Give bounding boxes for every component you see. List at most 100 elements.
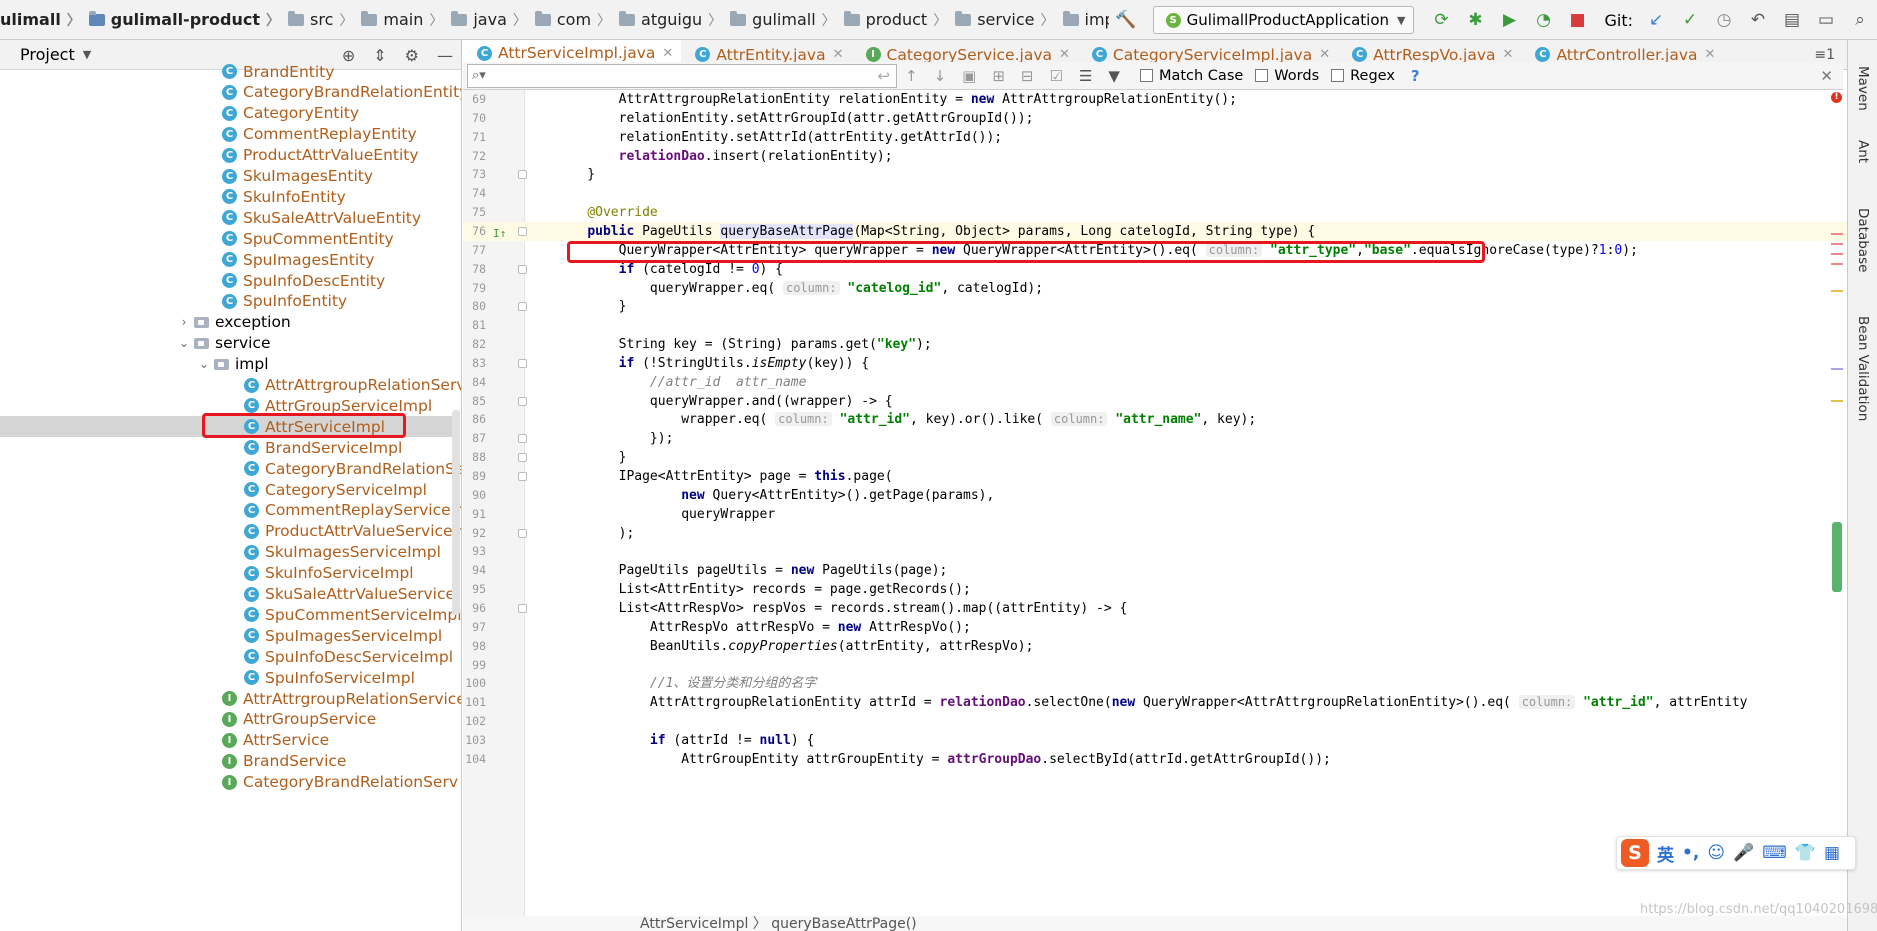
code-line[interactable]: 75 @Override [463, 203, 1847, 222]
tree-item[interactable]: C CommentReplayEntity [218, 124, 417, 145]
code-line[interactable]: 94 PageUtils pageUtils = new PageUtils(p… [463, 561, 1847, 580]
breadcrumb-item[interactable]: gulimall-product 〉 [85, 0, 284, 39]
toolbox-icon[interactable]: ▦ [1824, 843, 1840, 863]
chevron-down-icon[interactable]: ⌄ [196, 357, 212, 371]
scroll-thumb[interactable] [1832, 522, 1842, 592]
marker-line[interactable] [1831, 253, 1843, 255]
find-input[interactable]: ⌕▾ ↩ [467, 63, 897, 88]
fold-marker[interactable] [518, 226, 527, 236]
tree-item[interactable]: C SkuSaleAttrValueServiceImpl [240, 584, 461, 605]
collapse-all-icon[interactable]: ⇕ [373, 46, 386, 65]
tree-item[interactable]: C SpuInfoEntity [218, 291, 347, 312]
tree-item[interactable]: C SkuSaleAttrValueEntity [218, 207, 421, 228]
skin-icon[interactable]: 👕 [1795, 843, 1816, 863]
breadcrumb-item[interactable]: main 〉 [357, 0, 447, 39]
tree-item[interactable]: C ProductAttrValueServiceImpl [240, 521, 461, 542]
code-line[interactable]: 71 relationEntity.setAttrId(attrEntity.g… [463, 128, 1847, 147]
chevron-down-icon[interactable]: ⌄ [176, 336, 192, 350]
close-icon[interactable]: ✕ [1059, 47, 1070, 62]
git-rollback-icon[interactable]: ↶ [1747, 9, 1769, 31]
microphone-icon[interactable]: 🎤 [1733, 843, 1754, 863]
tabs-overflow-button[interactable]: ≡1 [1810, 46, 1835, 63]
regex-checkbox[interactable]: Regex [1331, 68, 1395, 84]
code-editor[interactable]: 69 AttrAttrgroupRelationEntity relationE… [463, 90, 1847, 916]
breadcrumb-item[interactable]: service 〉 [951, 0, 1058, 39]
tree-item[interactable]: I CategoryBrandRelationServ [218, 772, 458, 793]
filter-icon[interactable]: ▼ [1108, 67, 1120, 85]
tree-item[interactable]: C SpuImagesEntity [218, 249, 374, 270]
remove-selection-icon[interactable]: ⊟ [1021, 67, 1034, 85]
tree-item[interactable]: › exception [176, 312, 291, 333]
code-line[interactable]: 92 ); [463, 524, 1847, 543]
code-line[interactable]: 102 [463, 712, 1847, 731]
close-icon[interactable]: ✕ [662, 46, 673, 61]
tree-item[interactable]: C SpuInfoServiceImpl [240, 667, 415, 688]
keyboard-icon[interactable]: ⌨ [1762, 843, 1787, 863]
run-configuration-select[interactable]: S GulimallProductApplication ▼ [1152, 6, 1415, 34]
tree-item[interactable]: C CategoryBrandRelationEntity [218, 82, 461, 103]
bean-validation-panel-button[interactable]: Bean Validation [1855, 316, 1871, 421]
breadcrumb-item[interactable]: ulimall 〉 [0, 0, 85, 39]
code-line[interactable]: 97 AttrRespVo attrRespVo = new AttrRespV… [463, 618, 1847, 637]
tree-item[interactable]: C ProductAttrValueEntity [218, 145, 419, 166]
tree-item[interactable]: C BrandServiceImpl [240, 437, 402, 458]
tree-item[interactable]: I AttrService [218, 730, 329, 751]
breadcrumb-item[interactable]: atguigu 〉 [615, 0, 726, 39]
search-everywhere-icon[interactable]: ⌕ [1849, 9, 1871, 31]
tree-item[interactable]: C SkuImagesServiceImpl [240, 542, 441, 563]
add-selection-icon[interactable]: ⊞ [992, 67, 1005, 85]
tree-item[interactable]: C CommentReplayServiceImpl [240, 500, 461, 521]
tree-item[interactable]: I AttrAttrgroupRelationService [218, 688, 461, 709]
code-line[interactable]: 76 I↑ public PageUtils queryBaseAttrPage(… [463, 221, 1847, 241]
close-icon[interactable]: ✕ [1820, 67, 1833, 85]
fold-marker[interactable] [518, 170, 527, 180]
close-icon[interactable]: ✕ [1319, 47, 1330, 62]
select-all-icon[interactable]: ☑ [1050, 67, 1063, 85]
build-hammer-icon[interactable]: 🔨 [1115, 9, 1137, 31]
tree-item[interactable]: ⌄ impl [196, 354, 269, 375]
code-line[interactable]: 86 wrapper.eq( column: "attr_id", key).o… [463, 410, 1847, 429]
git-commit-icon[interactable]: ✓ [1679, 9, 1701, 31]
next-occurrence-icon[interactable]: ↓ [934, 67, 947, 85]
code-line[interactable]: 84 //attr_id attr_name [463, 373, 1847, 392]
tree-item[interactable]: C AttrAttrgroupRelationServiceImpl [240, 375, 461, 396]
marker-line[interactable] [1831, 400, 1843, 402]
tree-item[interactable]: C CategoryBrandRelationServiceImpl [240, 458, 461, 479]
code-line[interactable]: 88 } [463, 448, 1847, 467]
code-line[interactable]: 82 String key = (String) params.get("key… [463, 335, 1847, 354]
coverage-icon[interactable]: ▶ [1498, 9, 1520, 31]
maven-panel-button[interactable]: Maven [1855, 66, 1871, 111]
breadcrumb-item[interactable]: gulimall 〉 [726, 0, 839, 39]
punctuation-icon[interactable]: •, [1682, 843, 1699, 863]
marker-line[interactable] [1831, 263, 1843, 265]
marker-line[interactable] [1831, 290, 1843, 292]
emoji-icon[interactable]: ☺ [1707, 843, 1725, 863]
fold-marker[interactable] [518, 302, 527, 312]
code-line[interactable]: 99 [463, 656, 1847, 675]
editor-breadcrumb[interactable]: AttrServiceImpl 〉 queryBaseAttrPage() [463, 916, 1847, 931]
chevron-down-icon[interactable]: ▼ [83, 48, 91, 61]
code-line[interactable]: 87 }); [463, 429, 1847, 448]
project-panel-title[interactable]: Project [20, 45, 75, 64]
code-line[interactable]: 93 [463, 542, 1847, 561]
previous-occurrence-icon[interactable]: ↑ [905, 67, 918, 85]
gear-icon[interactable]: ⚙ [405, 46, 419, 65]
ant-panel-button[interactable]: Ant [1855, 140, 1871, 163]
fold-marker[interactable] [518, 528, 527, 538]
breadcrumb-item[interactable]: java 〉 [447, 0, 531, 39]
code-line[interactable]: 98 BeanUtils.copyProperties(attrEntity, … [463, 637, 1847, 656]
presentation-icon[interactable]: ▭ [1815, 9, 1837, 31]
tree-item[interactable]: I AttrGroupService [218, 709, 376, 730]
code-line[interactable]: 74 [463, 184, 1847, 203]
close-icon[interactable]: ✕ [1705, 47, 1716, 62]
tree-item[interactable]: C SpuImagesServiceImpl [240, 625, 442, 646]
marker-line[interactable] [1831, 243, 1843, 245]
code-line[interactable]: 91 queryWrapper [463, 505, 1847, 524]
tree-item[interactable]: C SkuImagesEntity [218, 166, 373, 187]
code-line[interactable]: 77 QueryWrapper<AttrEntity> queryWrapper… [463, 241, 1847, 260]
fold-marker[interactable] [518, 264, 527, 274]
hide-panel-icon[interactable]: — [437, 46, 453, 65]
sogou-logo-icon[interactable]: S [1621, 839, 1649, 867]
ime-language-toggle[interactable]: 英 [1657, 841, 1674, 866]
breadcrumb-item[interactable]: src 〉 [284, 0, 357, 39]
